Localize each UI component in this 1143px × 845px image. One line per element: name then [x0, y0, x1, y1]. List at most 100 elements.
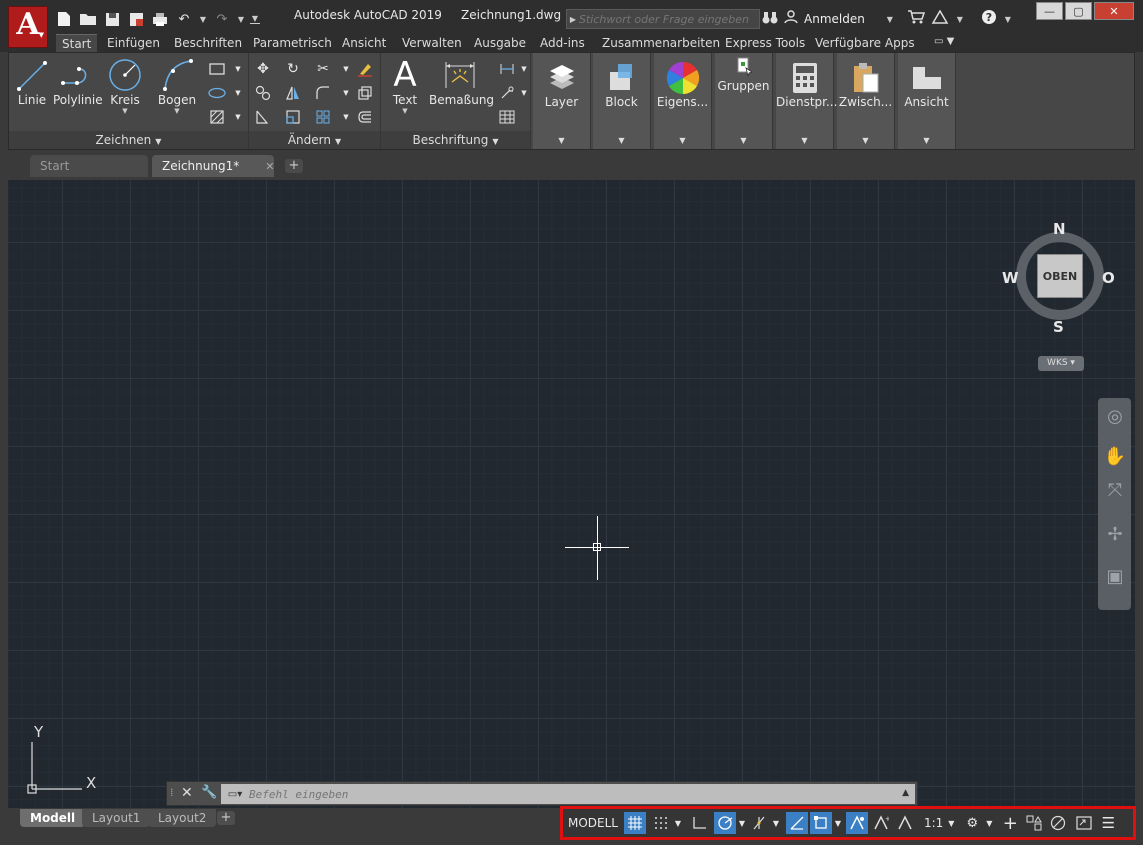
- user-icon[interactable]: [784, 10, 798, 28]
- close-button[interactable]: ✕: [1094, 2, 1134, 20]
- drawing-area[interactable]: OBEN N S W O WKS ▾ ◎ ✋ ⤧ ✢ ▣ Y X: [8, 180, 1135, 808]
- arc-dropdown-icon[interactable]: ▼: [157, 107, 197, 115]
- autodesk-exchange-icon[interactable]: [931, 9, 949, 28]
- annotation-scale-dropdown-icon[interactable]: ▼: [945, 812, 957, 834]
- ucs-menu-button[interactable]: WKS ▾: [1038, 356, 1084, 371]
- object-snap-tracking-icon[interactable]: [786, 812, 808, 834]
- circle-dropdown-icon[interactable]: ▼: [107, 107, 143, 115]
- rotate-icon[interactable]: ↻: [281, 57, 305, 81]
- leader-icon[interactable]: [495, 81, 519, 105]
- new-file-icon[interactable]: [54, 10, 74, 28]
- help-dropdown-icon[interactable]: ▼: [1003, 15, 1013, 24]
- signin-dropdown-icon[interactable]: ▼: [885, 15, 895, 24]
- groups-panel-button[interactable]: Gruppen ▼: [715, 53, 773, 149]
- orbit-icon[interactable]: ✢: [1102, 522, 1128, 548]
- block-panel-button[interactable]: Block ▼: [593, 53, 651, 149]
- compass-west[interactable]: W: [1002, 269, 1019, 287]
- tab-express-tools[interactable]: Express Tools: [725, 34, 805, 52]
- line-button[interactable]: Linie: [15, 57, 49, 107]
- search-expand-icon[interactable]: ▶: [567, 15, 579, 24]
- application-menu-button[interactable]: A ▼: [8, 6, 48, 48]
- binoculars-search-icon[interactable]: [762, 11, 778, 28]
- layout-tab-layout2[interactable]: Layout2: [148, 809, 217, 827]
- properties-panel-button[interactable]: Eigens... ▼: [654, 53, 712, 149]
- trim-dropdown-icon[interactable]: ▼: [341, 57, 351, 81]
- draw-group-title[interactable]: Zeichnen ▼: [9, 131, 248, 149]
- offset-icon[interactable]: [353, 105, 377, 129]
- isolate-objects-icon[interactable]: [1023, 812, 1045, 834]
- trim-icon[interactable]: ✂: [311, 57, 335, 81]
- leader-dropdown-icon[interactable]: ▼: [519, 81, 529, 105]
- polyline-button[interactable]: Polylinie: [53, 57, 103, 107]
- move-icon[interactable]: ✥: [251, 57, 275, 81]
- hatch-dropdown-icon[interactable]: ▼: [233, 105, 243, 129]
- explode-icon[interactable]: [353, 81, 377, 105]
- compass-south[interactable]: S: [1053, 318, 1064, 336]
- rectangle-icon[interactable]: [205, 57, 229, 81]
- modify-group-title[interactable]: Ändern ▼: [249, 131, 380, 149]
- polar-dropdown-icon[interactable]: ▼: [736, 812, 748, 834]
- command-input[interactable]: [249, 787, 889, 801]
- clipboard-panel-button[interactable]: Zwisch... ▼: [837, 53, 895, 149]
- workspace-gear-icon[interactable]: ⚙: [961, 812, 983, 834]
- cart-icon[interactable]: [907, 10, 925, 28]
- steering-wheel-icon[interactable]: ◎: [1102, 404, 1128, 430]
- command-history-icon[interactable]: ▲: [902, 788, 909, 798]
- ribbon-minimize-icon[interactable]: ▭ ▼: [934, 36, 954, 47]
- redo-icon[interactable]: ↷: [212, 10, 232, 28]
- text-dropdown-icon[interactable]: ▼: [387, 107, 423, 115]
- open-folder-icon[interactable]: [78, 10, 98, 28]
- linear-dimension-dropdown-icon[interactable]: ▼: [519, 57, 529, 81]
- hatch-icon[interactable]: [205, 105, 229, 129]
- fillet-icon[interactable]: [311, 81, 335, 105]
- tab-ausgabe[interactable]: Ausgabe: [474, 34, 526, 52]
- isodraft-icon[interactable]: [748, 812, 770, 834]
- model-space-toggle[interactable]: MODELL: [566, 812, 620, 834]
- add-layout-button[interactable]: +: [217, 811, 235, 825]
- layout-tab-model[interactable]: Modell: [20, 809, 86, 827]
- file-tab-drawing[interactable]: Zeichnung1* ✕: [152, 155, 274, 177]
- close-tab-icon[interactable]: ✕: [265, 160, 274, 173]
- compass-east[interactable]: O: [1102, 269, 1115, 287]
- signin-label[interactable]: Anmelden: [804, 12, 865, 26]
- tab-verfuegbare-apps[interactable]: Verfügbare Apps: [815, 34, 915, 52]
- snap-dropdown-icon[interactable]: ▼: [672, 812, 684, 834]
- redo-dropdown-icon[interactable]: ▼: [236, 15, 246, 24]
- layout-tab-layout1[interactable]: Layout1: [82, 809, 151, 827]
- isodraft-dropdown-icon[interactable]: ▼: [770, 812, 782, 834]
- utilities-panel-button[interactable]: Dienstpr... ▼: [776, 53, 837, 149]
- search-input[interactable]: [579, 12, 755, 26]
- fillet-dropdown-icon[interactable]: ▼: [341, 81, 351, 105]
- maximize-button[interactable]: ▢: [1065, 2, 1092, 20]
- exchange-dropdown-icon[interactable]: ▼: [955, 15, 965, 24]
- table-icon[interactable]: [495, 105, 519, 129]
- tab-einfuegen[interactable]: Einfügen: [107, 34, 160, 52]
- print-icon[interactable]: [150, 10, 170, 28]
- copy-icon[interactable]: [251, 81, 275, 105]
- tab-beschriften[interactable]: Beschriften: [174, 34, 242, 52]
- ortho-icon[interactable]: [688, 812, 710, 834]
- object-snap-dropdown-icon[interactable]: ▼: [832, 812, 844, 834]
- tab-add-ins[interactable]: Add-ins: [540, 34, 585, 52]
- linear-dimension-icon[interactable]: [495, 57, 519, 81]
- workspace-dropdown-icon[interactable]: ▼: [983, 812, 995, 834]
- annotation-group-title[interactable]: Beschriftung ▼: [381, 131, 530, 149]
- hardware-acceleration-icon[interactable]: [1047, 812, 1069, 834]
- compass-north[interactable]: N: [1053, 220, 1066, 238]
- stretch-icon[interactable]: [251, 105, 275, 129]
- pan-hand-icon[interactable]: ✋: [1102, 444, 1128, 470]
- autoscale-icon[interactable]: +: [870, 812, 892, 834]
- erase-icon[interactable]: [353, 57, 377, 81]
- tab-verwalten[interactable]: Verwalten: [402, 34, 462, 52]
- array-dropdown-icon[interactable]: ▼: [341, 105, 351, 129]
- snap-icon[interactable]: [650, 812, 672, 834]
- ellipse-dropdown-icon[interactable]: ▼: [233, 81, 243, 105]
- array-icon[interactable]: [311, 105, 335, 129]
- new-tab-button[interactable]: +: [285, 159, 303, 173]
- viewcube-face-top[interactable]: OBEN: [1037, 254, 1083, 298]
- annotation-visibility-icon[interactable]: [846, 812, 868, 834]
- tab-zusammenarbeiten[interactable]: Zusammenarbeiten: [602, 34, 720, 52]
- command-line-grip-icon[interactable]: ⁞: [170, 786, 174, 799]
- annotation-scale-value[interactable]: 1:1: [922, 812, 945, 834]
- arc-button[interactable]: Bogen ▼: [157, 57, 197, 115]
